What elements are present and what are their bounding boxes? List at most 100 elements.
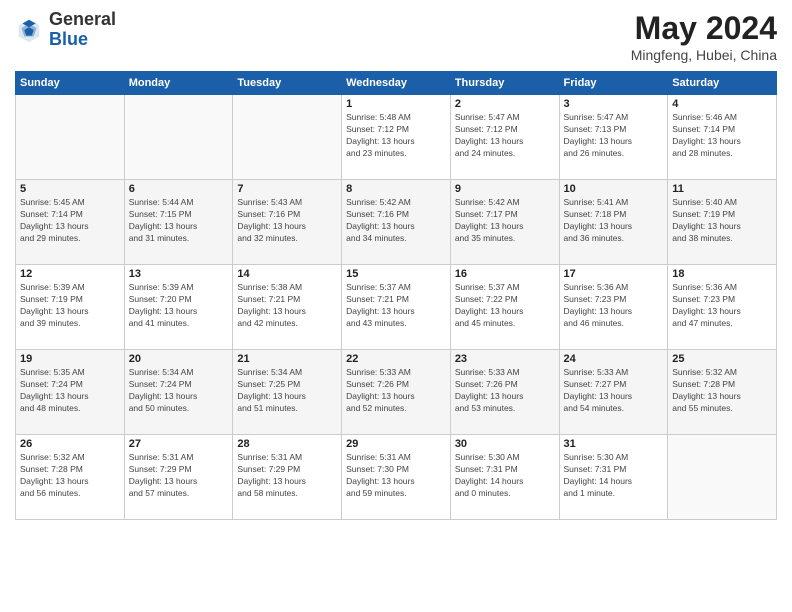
header-row: Sunday Monday Tuesday Wednesday Thursday… xyxy=(16,72,777,95)
day-info: Sunrise: 5:36 AM Sunset: 7:23 PM Dayligh… xyxy=(672,282,772,330)
day-cell: 3Sunrise: 5:47 AM Sunset: 7:13 PM Daylig… xyxy=(559,95,668,180)
day-cell: 7 Sunrise: 5:43 AM Sunset: 7:16 PM Daylig… xyxy=(233,180,342,265)
day-number: 6 xyxy=(129,183,229,195)
week-row-4: 19Sunrise: 5:35 AM Sunset: 7:24 PM Dayli… xyxy=(16,350,777,435)
day-info: Sunrise: 5:39 AM Sunset: 7:20 PM Dayligh… xyxy=(129,282,229,330)
day-number: 31 xyxy=(564,438,664,450)
title-block: May 2024 Mingfeng, Hubei, China xyxy=(631,10,777,63)
day-cell: 14 Sunrise: 5:38 AM Sunset: 7:21 PM Dayli… xyxy=(233,265,342,350)
day-number: 23 xyxy=(455,353,555,365)
day-number: 26 xyxy=(20,438,120,450)
day-cell: 2Sunrise: 5:47 AM Sunset: 7:12 PM Daylig… xyxy=(450,95,559,180)
day-cell: 28 Sunrise: 5:31 AM Sunset: 7:29 PM Dayli… xyxy=(233,435,342,520)
day-info: Sunrise: 5:31 AM Sunset: 7:29 PM Dayligh… xyxy=(237,452,337,500)
day-cell: 6Sunrise: 5:44 AM Sunset: 7:15 PM Daylig… xyxy=(124,180,233,265)
day-number: 2 xyxy=(455,98,555,110)
day-info: Sunrise: 5:42 AM Sunset: 7:16 PM Dayligh… xyxy=(346,197,446,245)
day-info: Sunrise: 5:45 AM Sunset: 7:14 PM Dayligh… xyxy=(20,197,120,245)
day-number: 7 xyxy=(237,183,337,195)
day-info: Sunrise: 5:39 AM Sunset: 7:19 PM Dayligh… xyxy=(20,282,120,330)
day-cell: 10 Sunrise: 5:41 AM Sunset: 7:18 PM Dayli… xyxy=(559,180,668,265)
day-number: 15 xyxy=(346,268,446,280)
logo-blue: Blue xyxy=(49,29,88,49)
day-number: 4 xyxy=(672,98,772,110)
day-info: Sunrise: 5:42 AM Sunset: 7:17 PM Dayligh… xyxy=(455,197,555,245)
calendar-page: General Blue May 2024 Mingfeng, Hubei, C… xyxy=(0,0,792,612)
day-number: 28 xyxy=(237,438,337,450)
day-info: Sunrise: 5:32 AM Sunset: 7:28 PM Dayligh… xyxy=(20,452,120,500)
day-number: 17 xyxy=(564,268,664,280)
day-number: 20 xyxy=(129,353,229,365)
day-info: Sunrise: 5:38 AM Sunset: 7:21 PM Dayligh… xyxy=(237,282,337,330)
day-cell: 21Sunrise: 5:34 AM Sunset: 7:25 PM Dayli… xyxy=(233,350,342,435)
month-year: May 2024 xyxy=(631,10,777,47)
day-cell: 19Sunrise: 5:35 AM Sunset: 7:24 PM Dayli… xyxy=(16,350,125,435)
day-number: 12 xyxy=(20,268,120,280)
week-row-1: 1Sunrise: 5:48 AM Sunset: 7:12 PM Daylig… xyxy=(16,95,777,180)
day-cell: 15Sunrise: 5:37 AM Sunset: 7:21 PM Dayli… xyxy=(342,265,451,350)
day-cell: 13 Sunrise: 5:39 AM Sunset: 7:20 PM Dayli… xyxy=(124,265,233,350)
day-info: Sunrise: 5:43 AM Sunset: 7:16 PM Dayligh… xyxy=(237,197,337,245)
day-cell: 16 Sunrise: 5:37 AM Sunset: 7:22 PM Dayli… xyxy=(450,265,559,350)
col-friday: Friday xyxy=(559,72,668,95)
day-info: Sunrise: 5:33 AM Sunset: 7:27 PM Dayligh… xyxy=(564,367,664,415)
day-cell xyxy=(124,95,233,180)
day-info: Sunrise: 5:31 AM Sunset: 7:30 PM Dayligh… xyxy=(346,452,446,500)
day-number: 5 xyxy=(20,183,120,195)
week-row-3: 12 Sunrise: 5:39 AM Sunset: 7:19 PM Dayli… xyxy=(16,265,777,350)
day-cell: 18 Sunrise: 5:36 AM Sunset: 7:23 PM Dayli… xyxy=(668,265,777,350)
col-monday: Monday xyxy=(124,72,233,95)
day-info: Sunrise: 5:34 AM Sunset: 7:25 PM Dayligh… xyxy=(237,367,337,415)
location: Mingfeng, Hubei, China xyxy=(631,47,777,63)
day-cell: 22Sunrise: 5:33 AM Sunset: 7:26 PM Dayli… xyxy=(342,350,451,435)
day-cell: 17Sunrise: 5:36 AM Sunset: 7:23 PM Dayli… xyxy=(559,265,668,350)
day-info: Sunrise: 5:31 AM Sunset: 7:29 PM Dayligh… xyxy=(129,452,229,500)
col-saturday: Saturday xyxy=(668,72,777,95)
day-cell: 20 Sunrise: 5:34 AM Sunset: 7:24 PM Dayli… xyxy=(124,350,233,435)
day-info: Sunrise: 5:33 AM Sunset: 7:26 PM Dayligh… xyxy=(346,367,446,415)
day-cell: 26 Sunrise: 5:32 AM Sunset: 7:28 PM Dayli… xyxy=(16,435,125,520)
day-info: Sunrise: 5:48 AM Sunset: 7:12 PM Dayligh… xyxy=(346,112,446,160)
day-info: Sunrise: 5:47 AM Sunset: 7:13 PM Dayligh… xyxy=(564,112,664,160)
day-number: 11 xyxy=(672,183,772,195)
header: General Blue May 2024 Mingfeng, Hubei, C… xyxy=(15,10,777,63)
day-number: 14 xyxy=(237,268,337,280)
col-wednesday: Wednesday xyxy=(342,72,451,95)
day-info: Sunrise: 5:37 AM Sunset: 7:22 PM Dayligh… xyxy=(455,282,555,330)
col-thursday: Thursday xyxy=(450,72,559,95)
logo-icon xyxy=(15,16,43,44)
day-cell: 30 Sunrise: 5:30 AM Sunset: 7:31 PM Dayli… xyxy=(450,435,559,520)
day-info: Sunrise: 5:46 AM Sunset: 7:14 PM Dayligh… xyxy=(672,112,772,160)
calendar-table: Sunday Monday Tuesday Wednesday Thursday… xyxy=(15,71,777,520)
day-cell xyxy=(233,95,342,180)
day-number: 16 xyxy=(455,268,555,280)
day-info: Sunrise: 5:32 AM Sunset: 7:28 PM Dayligh… xyxy=(672,367,772,415)
day-cell: 25 Sunrise: 5:32 AM Sunset: 7:28 PM Dayli… xyxy=(668,350,777,435)
day-info: Sunrise: 5:41 AM Sunset: 7:18 PM Dayligh… xyxy=(564,197,664,245)
logo: General Blue xyxy=(15,10,116,50)
day-number: 19 xyxy=(20,353,120,365)
day-number: 8 xyxy=(346,183,446,195)
day-info: Sunrise: 5:40 AM Sunset: 7:19 PM Dayligh… xyxy=(672,197,772,245)
day-cell: 24 Sunrise: 5:33 AM Sunset: 7:27 PM Dayli… xyxy=(559,350,668,435)
day-info: Sunrise: 5:34 AM Sunset: 7:24 PM Dayligh… xyxy=(129,367,229,415)
day-number: 18 xyxy=(672,268,772,280)
day-cell xyxy=(668,435,777,520)
day-cell: 5 Sunrise: 5:45 AM Sunset: 7:14 PM Daylig… xyxy=(16,180,125,265)
day-info: Sunrise: 5:33 AM Sunset: 7:26 PM Dayligh… xyxy=(455,367,555,415)
day-cell: 4 Sunrise: 5:46 AM Sunset: 7:14 PM Daylig… xyxy=(668,95,777,180)
day-number: 30 xyxy=(455,438,555,450)
day-number: 24 xyxy=(564,353,664,365)
day-number: 29 xyxy=(346,438,446,450)
day-cell: 29 Sunrise: 5:31 AM Sunset: 7:30 PM Dayli… xyxy=(342,435,451,520)
day-number: 10 xyxy=(564,183,664,195)
day-cell xyxy=(16,95,125,180)
day-cell: 1Sunrise: 5:48 AM Sunset: 7:12 PM Daylig… xyxy=(342,95,451,180)
day-number: 9 xyxy=(455,183,555,195)
logo-text: General Blue xyxy=(49,10,116,50)
day-number: 25 xyxy=(672,353,772,365)
day-number: 27 xyxy=(129,438,229,450)
day-info: Sunrise: 5:30 AM Sunset: 7:31 PM Dayligh… xyxy=(564,452,664,500)
day-info: Sunrise: 5:30 AM Sunset: 7:31 PM Dayligh… xyxy=(455,452,555,500)
day-number: 13 xyxy=(129,268,229,280)
